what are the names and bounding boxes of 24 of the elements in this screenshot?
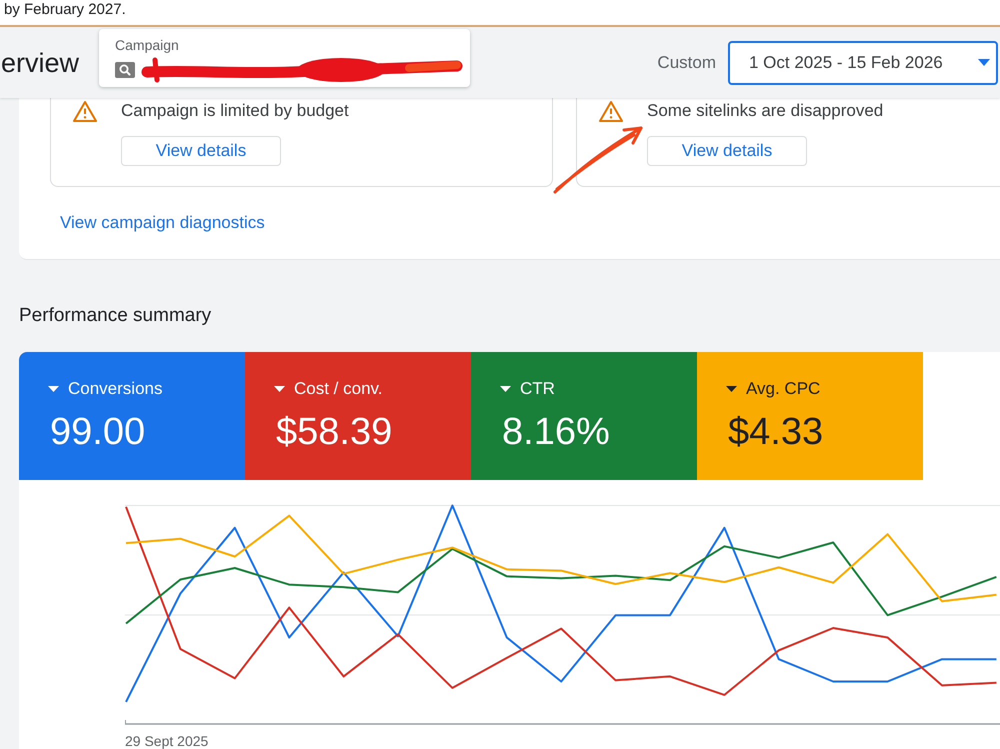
date-preset-label: Custom: [657, 52, 716, 73]
caret-icon: [500, 386, 511, 392]
date-range-dropdown[interactable]: 1 Oct 2025 - 15 Feb 2026: [728, 40, 998, 85]
metric-tile[interactable]: Cost / conv. $58.39: [245, 352, 471, 480]
caret-icon: [726, 386, 737, 392]
metric-tile[interactable]: CTR 8.16%: [471, 352, 697, 480]
section-title: Performance summary: [19, 304, 212, 328]
caret-icon: [978, 59, 990, 66]
warning-icon: [73, 100, 97, 122]
view-details-button[interactable]: View details: [121, 136, 281, 166]
metric-tile[interactable]: Avg. CPC $4.33: [697, 352, 923, 480]
caret-icon: [274, 386, 285, 392]
view-details-button[interactable]: View details: [647, 136, 807, 166]
caret-icon: [48, 386, 59, 392]
search-icon: [115, 62, 136, 78]
alert-message: Some sitelinks are disapproved: [647, 101, 884, 121]
metric-tile[interactable]: Conversions 99.00: [19, 352, 245, 480]
alert-message: Campaign is limited by budget: [121, 101, 349, 121]
notice-text: by February 2027.: [4, 1, 126, 18]
axis-label: 29 Sept 2025: [125, 733, 208, 749]
warning-icon: [599, 100, 623, 122]
page-title: erview: [1, 46, 80, 79]
campaign-selector[interactable]: Campaign: [99, 29, 470, 88]
diagnostics-link[interactable]: View campaign diagnostics: [60, 213, 265, 233]
